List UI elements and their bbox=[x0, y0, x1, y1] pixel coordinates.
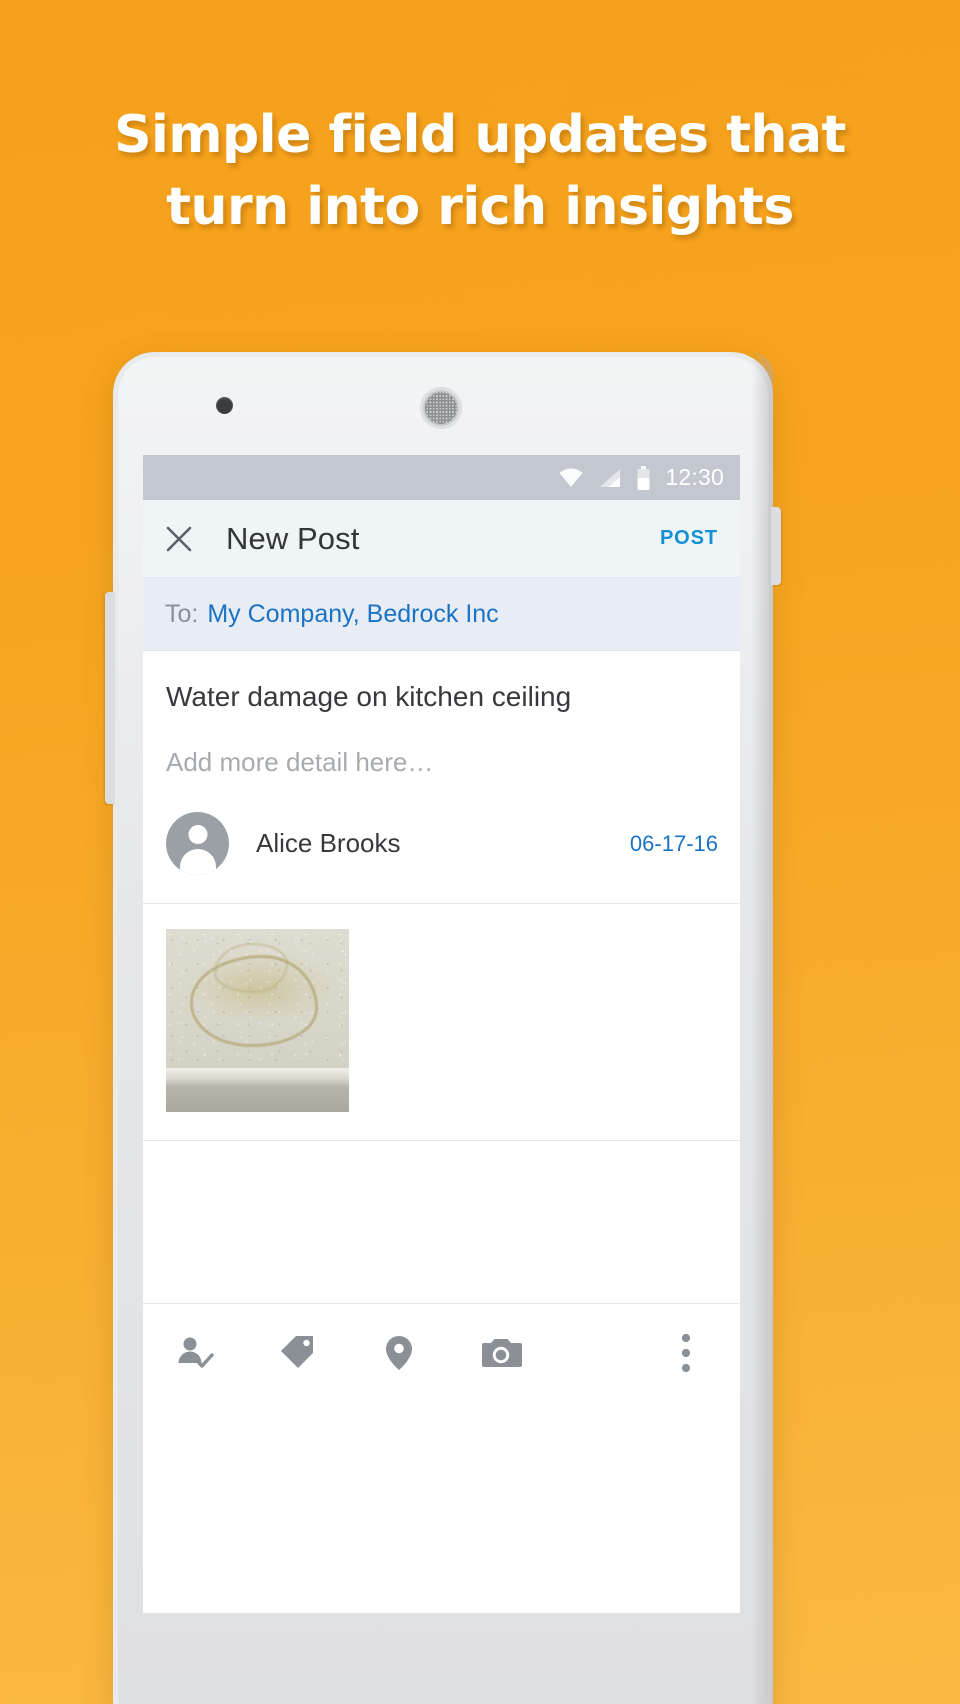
headline-line-2: turn into rich insights bbox=[166, 176, 794, 237]
photo-wall bbox=[166, 1086, 349, 1112]
avatar[interactable] bbox=[166, 812, 229, 875]
page-title: New Post bbox=[226, 520, 360, 556]
photo-trim bbox=[166, 1068, 349, 1086]
recipients-value[interactable]: My Company, Bedrock Inc bbox=[207, 600, 498, 629]
recipients-row[interactable]: To: My Company, Bedrock Inc bbox=[143, 578, 740, 651]
earpiece-speaker-icon bbox=[420, 387, 462, 429]
screen-chin bbox=[143, 1402, 740, 1501]
volume-rocker[interactable] bbox=[105, 592, 115, 804]
headline-line-1: Simple field updates that bbox=[114, 105, 846, 165]
page-headline: Simple field updates that turn into rich… bbox=[0, 100, 960, 244]
assign-person-icon[interactable] bbox=[169, 1327, 221, 1379]
phone-edge-shading bbox=[751, 352, 773, 1704]
attachment-area bbox=[143, 904, 740, 1141]
app-bar: New Post POST bbox=[143, 500, 740, 578]
wifi-icon bbox=[558, 468, 584, 488]
overflow-menu-icon[interactable] bbox=[660, 1327, 712, 1379]
bottom-toolbar bbox=[143, 1304, 740, 1402]
tag-icon[interactable] bbox=[271, 1327, 323, 1379]
post-title-input[interactable]: Water damage on kitchen ceiling bbox=[143, 651, 740, 713]
status-bar: 12:30 bbox=[143, 455, 740, 500]
empty-content-area bbox=[143, 1141, 740, 1304]
power-button[interactable] bbox=[771, 507, 781, 585]
post-button[interactable]: POST bbox=[656, 519, 722, 558]
post-date[interactable]: 06-17-16 bbox=[630, 831, 718, 857]
author-row: Alice Brooks 06-17-16 bbox=[143, 778, 740, 904]
attachment-photo[interactable] bbox=[166, 929, 349, 1112]
front-camera-icon bbox=[216, 397, 233, 414]
signal-icon bbox=[598, 468, 622, 488]
camera-icon[interactable] bbox=[475, 1327, 527, 1379]
battery-icon bbox=[636, 465, 651, 490]
post-detail-input[interactable]: Add more detail here… bbox=[143, 713, 740, 778]
phone-mockup: 12:30 New Post POST To: My Company, Bedr… bbox=[105, 352, 781, 1704]
location-pin-icon[interactable] bbox=[373, 1327, 425, 1379]
status-bar-time: 12:30 bbox=[665, 464, 724, 490]
phone-screen: 12:30 New Post POST To: My Company, Bedr… bbox=[143, 455, 740, 1613]
close-icon[interactable] bbox=[165, 525, 193, 553]
recipients-label: To: bbox=[165, 599, 199, 628]
author-name: Alice Brooks bbox=[256, 828, 401, 858]
